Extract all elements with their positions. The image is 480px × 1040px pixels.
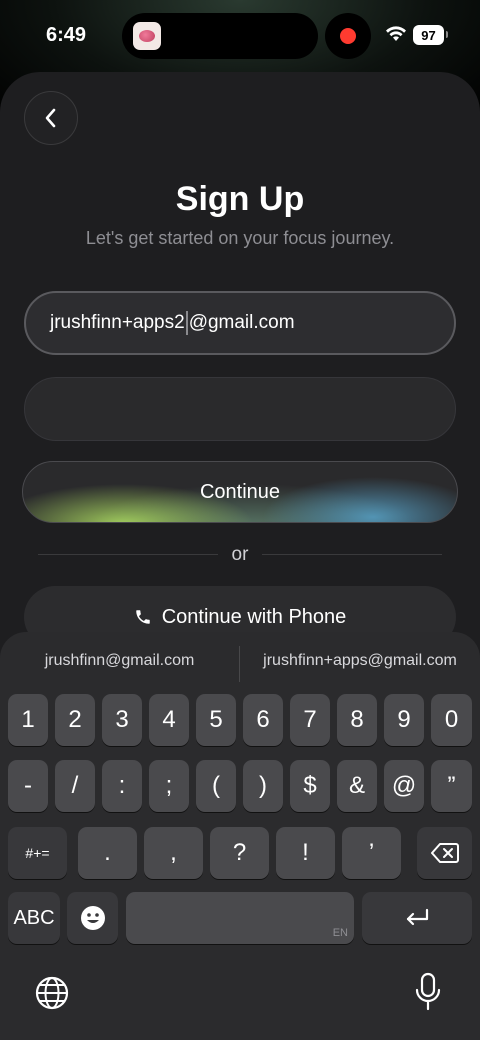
key-5[interactable]: 5: [196, 694, 236, 746]
delete-key[interactable]: [417, 827, 472, 879]
wifi-icon: [386, 26, 406, 41]
key-period[interactable]: .: [78, 827, 137, 879]
key-0[interactable]: 0: [431, 694, 472, 746]
battery-level: 97: [421, 27, 436, 43]
key-question[interactable]: ?: [210, 827, 269, 879]
key-2[interactable]: 2: [55, 694, 95, 746]
microphone-icon[interactable]: [413, 972, 443, 1012]
key-at[interactable]: @: [384, 760, 424, 812]
key-colon[interactable]: :: [102, 760, 142, 812]
key-comma[interactable]: ,: [144, 827, 203, 879]
page-subtitle: Let's get started on your focus journey.: [85, 228, 395, 248]
key-quote[interactable]: ”: [431, 760, 472, 812]
space-language: EN: [332, 927, 348, 939]
status-time: 6:49: [46, 24, 87, 46]
key-hyphen[interactable]: -: [8, 760, 48, 812]
key-3[interactable]: 3: [102, 694, 142, 746]
suggestion-1[interactable]: jrushfinn@gmail.com: [0, 652, 239, 670]
record-icon: [340, 28, 356, 44]
key-4[interactable]: 4: [149, 694, 189, 746]
key-9[interactable]: 9: [384, 694, 424, 746]
key-slash[interactable]: /: [55, 760, 95, 812]
key-ampersand[interactable]: &: [337, 760, 377, 812]
key-open-paren[interactable]: (: [196, 760, 236, 812]
key-6[interactable]: 6: [243, 694, 283, 746]
password-field[interactable]: [24, 377, 456, 441]
chevron-left-icon: [45, 108, 56, 128]
dynamic-island[interactable]: [122, 13, 318, 59]
key-8[interactable]: 8: [337, 694, 377, 746]
back-button[interactable]: [24, 91, 78, 145]
return-key[interactable]: [362, 892, 472, 944]
suggestion-2[interactable]: jrushfinn+apps@gmail.com: [240, 652, 480, 670]
key-semicolon[interactable]: ;: [149, 760, 189, 812]
emoji-key[interactable]: [67, 892, 118, 944]
email-value-after-caret: @gmail.com: [188, 312, 295, 333]
return-icon: [406, 908, 429, 926]
continue-button[interactable]: Continue: [22, 461, 458, 523]
key-symbols[interactable]: #+=: [8, 827, 67, 879]
key-apostrophe[interactable]: ’: [342, 827, 401, 879]
key-7[interactable]: 7: [290, 694, 330, 746]
continue-label: Continue: [199, 480, 281, 503]
or-separator: or: [231, 544, 249, 565]
phone-button-label: Continue with Phone: [161, 606, 347, 628]
email-value-before-caret: jrushfinn+apps2: [50, 312, 185, 333]
email-field[interactable]: jrushfinn+apps2 @gmail.com: [24, 291, 456, 355]
space-key[interactable]: EN: [126, 892, 354, 944]
screen-recording-indicator[interactable]: [325, 13, 371, 59]
key-1[interactable]: 1: [8, 694, 48, 746]
globe-icon[interactable]: [34, 975, 70, 1011]
emoji-icon: [80, 906, 105, 930]
key-dollar[interactable]: $: [290, 760, 330, 812]
battery-indicator: 97: [413, 25, 448, 45]
delete-left-icon: [430, 843, 459, 863]
page-title: Sign Up: [175, 180, 305, 218]
phone-icon: [135, 610, 150, 624]
key-close-paren[interactable]: ): [243, 760, 283, 812]
text-caret: [185, 311, 188, 335]
key-abc[interactable]: ABC: [8, 892, 60, 944]
island-app-icon: [133, 22, 161, 50]
key-exclamation[interactable]: !: [276, 827, 335, 879]
